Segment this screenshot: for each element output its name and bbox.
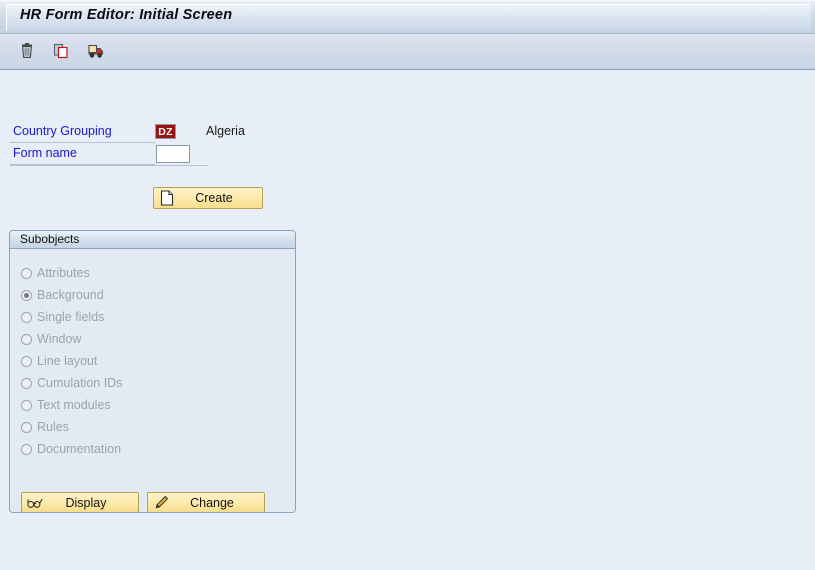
radio-option-window[interactable]: Window xyxy=(21,328,122,350)
copy-button[interactable] xyxy=(48,40,74,66)
radio-label: Window xyxy=(37,332,82,346)
form-name-row: Form name xyxy=(0,144,300,166)
radio-option-attributes[interactable]: Attributes xyxy=(21,262,122,284)
country-grouping-input[interactable]: DZ xyxy=(155,124,176,139)
radio-indicator-icon xyxy=(21,333,32,345)
new-document-icon xyxy=(159,190,175,206)
radio-option-line-layout[interactable]: Line layout xyxy=(21,350,122,372)
radio-indicator-icon xyxy=(21,443,32,455)
application-toolbar: © www.tutorialkart.com xyxy=(0,34,815,98)
subobjects-radio-group: Attributes Background Single fields Wind… xyxy=(21,262,122,460)
copy-icon xyxy=(52,42,70,65)
fields-bottom-rule xyxy=(10,165,208,166)
country-grouping-description: Algeria xyxy=(206,124,245,138)
radio-label: Rules xyxy=(37,420,69,434)
create-button[interactable]: Create xyxy=(153,187,263,209)
field-separator-line xyxy=(10,142,155,143)
radio-label: Attributes xyxy=(37,266,90,280)
form-name-label: Form name xyxy=(13,146,77,160)
transport-truck-icon xyxy=(86,42,105,65)
toolbar-button-group xyxy=(14,40,108,66)
radio-label: Cumulation IDs xyxy=(37,376,123,390)
radio-label: Single fields xyxy=(37,310,105,324)
radio-label: Documentation xyxy=(37,442,122,456)
radio-indicator-icon xyxy=(21,421,32,433)
display-button[interactable]: Display xyxy=(21,492,139,512)
radio-indicator-icon xyxy=(21,399,32,411)
radio-option-cumulation-ids[interactable]: Cumulation IDs xyxy=(21,372,122,394)
transport-button[interactable] xyxy=(82,40,108,66)
radio-option-background[interactable]: Background xyxy=(21,284,122,306)
glasses-icon xyxy=(27,495,43,511)
delete-icon xyxy=(18,42,36,65)
radio-indicator-icon xyxy=(21,267,32,279)
radio-option-single-fields[interactable]: Single fields xyxy=(21,306,122,328)
radio-label: Line layout xyxy=(37,354,98,368)
subobjects-panel-title: Subobjects xyxy=(10,231,295,249)
subobjects-panel: Subobjects Attributes Background Single … xyxy=(9,230,296,513)
radio-option-documentation[interactable]: Documentation xyxy=(21,438,122,460)
form-name-input[interactable] xyxy=(156,145,190,163)
radio-indicator-icon xyxy=(21,311,32,323)
radio-label: Text modules xyxy=(37,398,111,412)
radio-indicator-icon xyxy=(21,355,32,367)
radio-label: Background xyxy=(37,288,104,302)
main-canvas: Country Grouping DZ Algeria Form name Cr… xyxy=(0,70,815,570)
selection-fields: Country Grouping DZ Algeria Form name xyxy=(0,122,300,166)
radio-option-text-modules[interactable]: Text modules xyxy=(21,394,122,416)
country-grouping-row: Country Grouping DZ Algeria xyxy=(0,122,300,144)
radio-indicator-icon xyxy=(21,377,32,389)
delete-button[interactable] xyxy=(14,40,40,66)
radio-indicator-icon xyxy=(21,289,32,301)
change-button[interactable]: Change xyxy=(147,492,265,512)
window-title-bar: HR Form Editor: Initial Screen xyxy=(0,0,815,34)
radio-option-rules[interactable]: Rules xyxy=(21,416,122,438)
page-title: HR Form Editor: Initial Screen xyxy=(20,7,233,23)
pencil-icon xyxy=(153,495,169,511)
country-grouping-label: Country Grouping xyxy=(13,124,112,138)
subobjects-panel-body: Attributes Background Single fields Wind… xyxy=(10,249,295,512)
